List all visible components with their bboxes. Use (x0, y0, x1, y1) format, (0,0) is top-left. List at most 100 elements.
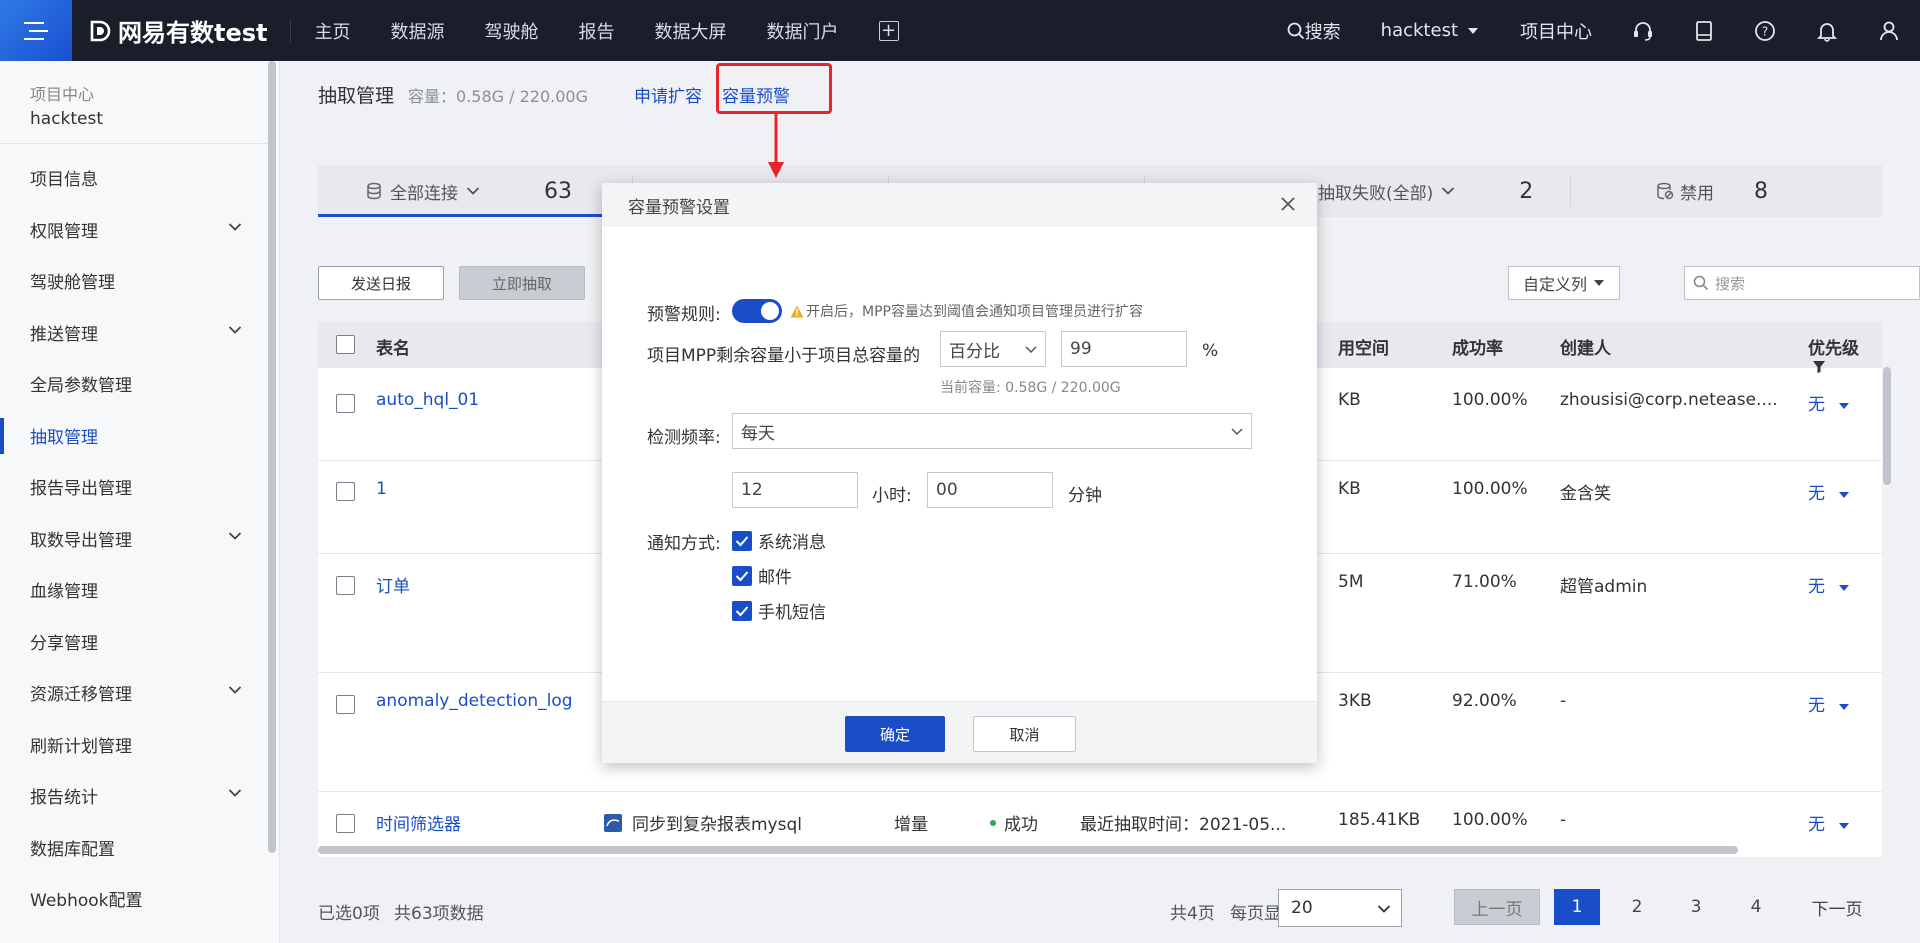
custom-columns-label: 自定义列 (1522, 275, 1587, 294)
notify-sms-checkbox[interactable] (732, 601, 752, 621)
col-table-name[interactable]: 表名 (376, 334, 410, 359)
nav-datasource[interactable]: 数据源 (391, 18, 445, 44)
threshold-input[interactable]: 99 (1061, 331, 1187, 367)
sidebar-item-report-stats[interactable]: 报告统计 (0, 770, 279, 822)
sidebar-item-project-info[interactable]: 项目信息 (0, 152, 279, 204)
row-creator: zhousisi@corp.netease.... (1560, 390, 1778, 410)
project-center-link[interactable]: 项目中心 (1520, 18, 1592, 44)
row-checkbox[interactable] (336, 814, 355, 833)
notify-sms-label[interactable]: 手机短信 (758, 598, 826, 623)
extract-now-button[interactable]: 立即抽取 (459, 266, 585, 300)
row-priority-dropdown[interactable]: 无 (1808, 479, 1850, 504)
col-space[interactable]: 用空间 (1338, 334, 1389, 359)
page-2-button[interactable]: 2 (1614, 889, 1660, 925)
cancel-button[interactable]: 取消 (973, 716, 1076, 752)
row-table-name[interactable]: 时间筛选器 (376, 810, 461, 835)
support-button[interactable] (1632, 20, 1654, 42)
row-table-name[interactable]: 订单 (376, 572, 410, 597)
apply-expand-link[interactable]: 申请扩容 (634, 82, 702, 107)
table-vertical-scrollbar[interactable] (1883, 367, 1891, 485)
nav-report[interactable]: 报告 (579, 18, 615, 44)
disabled-db-icon (1657, 182, 1674, 200)
col-creator[interactable]: 创建人 (1560, 334, 1611, 359)
notification-button[interactable] (1816, 20, 1838, 42)
row-table-name[interactable]: anomaly_detection_log (376, 691, 573, 711)
notify-system-checkbox[interactable] (732, 531, 752, 551)
sidebar-item-cockpit-mgmt[interactable]: 驾驶舱管理 (0, 255, 279, 307)
alert-rule-toggle[interactable] (732, 299, 782, 323)
notify-system-label[interactable]: 系统消息 (758, 528, 826, 553)
add-plus-icon[interactable]: + (878, 20, 899, 41)
sidebar-item-resource-migration[interactable]: 资源迁移管理 (0, 667, 279, 719)
sidebar-item-label: 数据库配置 (30, 839, 115, 860)
row-priority-dropdown[interactable]: 无 (1808, 810, 1850, 835)
row-priority-dropdown[interactable]: 无 (1808, 390, 1850, 415)
sidebar-item-db-config[interactable]: 数据库配置 (0, 822, 279, 874)
sidebar-scrollbar[interactable] (268, 61, 276, 853)
help-button[interactable]: ? (1754, 20, 1776, 42)
col-success-rate[interactable]: 成功率 (1452, 334, 1503, 359)
dialog-footer: 确定 取消 (602, 701, 1317, 763)
sidebar-item-global-params[interactable]: 全局参数管理 (0, 358, 279, 410)
sidebar-item-label: 报告统计 (30, 788, 98, 809)
nav-home[interactable]: 主页 (315, 18, 351, 44)
caret-down-icon (1839, 492, 1850, 498)
custom-columns-dropdown[interactable]: 自定义列 (1508, 266, 1620, 300)
sidebar-item-data-export[interactable]: 取数导出管理 (0, 513, 279, 565)
current-capacity-hint: 当前容量: 0.58G / 220.00G (940, 380, 1121, 396)
sidebar-item-label: 全局参数管理 (30, 376, 132, 397)
sidebar-item-report-export[interactable]: 报告导出管理 (0, 461, 279, 513)
hour-input[interactable]: 12 (732, 472, 858, 508)
per-page-select[interactable]: 20 (1278, 889, 1402, 927)
global-search-button[interactable]: 搜索 (1287, 18, 1341, 44)
row-table-name[interactable]: 1 (376, 479, 387, 499)
page-4-button[interactable]: 4 (1733, 889, 1779, 925)
row-status-label: 成功 (1004, 815, 1038, 835)
next-page-button[interactable]: 下一页 (1794, 889, 1880, 925)
brand-logo[interactable]: 网易有数test (88, 13, 268, 48)
sidebar-item-refresh-plan[interactable]: 刷新计划管理 (0, 719, 279, 771)
tab-all-connections[interactable]: 全部连接 63 (366, 165, 572, 217)
sidebar-item-permissions[interactable]: 权限管理 (0, 204, 279, 256)
row-checkbox[interactable] (336, 576, 355, 595)
minute-label: 分钟 (1068, 486, 1102, 506)
table-horizontal-scrollbar[interactable] (318, 846, 1738, 854)
sidebar-item-label: 推送管理 (30, 324, 98, 345)
user-menu-button[interactable] (1878, 20, 1900, 42)
page-3-button[interactable]: 3 (1673, 889, 1719, 925)
tab-extract-failed[interactable]: 抽取失败(全部) 2 (1318, 165, 1533, 217)
row-priority-dropdown[interactable]: 无 (1808, 691, 1850, 716)
project-switcher[interactable]: hacktest (1381, 20, 1480, 41)
row-table-name[interactable]: auto_hql_01 (376, 390, 479, 410)
table-search-input[interactable]: 搜索 (1684, 266, 1920, 300)
unit-select[interactable]: 百分比 (940, 331, 1046, 367)
select-all-checkbox[interactable] (336, 335, 355, 354)
sidebar-item-webhook[interactable]: Webhook配置 (0, 873, 279, 925)
sidebar-item-label: 刷新计划管理 (30, 736, 132, 757)
sidebar-item-extract-mgmt[interactable]: 抽取管理 (0, 410, 279, 462)
nav-divider (289, 19, 291, 42)
notify-email-checkbox[interactable] (732, 566, 752, 586)
notify-email-label[interactable]: 邮件 (758, 563, 792, 588)
sidebar-item-lineage[interactable]: 血缘管理 (0, 564, 279, 616)
prev-page-button[interactable]: 上一页 (1454, 889, 1540, 925)
tab-disabled[interactable]: 禁用 8 (1656, 165, 1768, 217)
confirm-button[interactable]: 确定 (845, 716, 945, 752)
minute-input[interactable]: 00 (927, 472, 1053, 508)
nav-big-screen[interactable]: 数据大屏 (655, 18, 727, 44)
row-checkbox[interactable] (336, 482, 355, 501)
page-1-button[interactable]: 1 (1554, 889, 1600, 925)
frequency-select[interactable]: 每天 (732, 413, 1252, 449)
nav-data-portal[interactable]: 数据门户 (767, 18, 839, 44)
menu-toggle-button[interactable] (0, 0, 72, 61)
row-checkbox[interactable] (336, 695, 355, 714)
caret-down-icon (1839, 823, 1850, 829)
docs-button[interactable] (1694, 20, 1714, 42)
sidebar-item-share-mgmt[interactable]: 分享管理 (0, 616, 279, 668)
close-icon[interactable] (1279, 195, 1297, 213)
send-daily-report-button[interactable]: 发送日报 (318, 266, 444, 300)
row-checkbox[interactable] (336, 394, 355, 413)
sidebar-item-push-mgmt[interactable]: 推送管理 (0, 307, 279, 359)
nav-cockpit[interactable]: 驾驶舱 (485, 18, 539, 44)
row-priority-dropdown[interactable]: 无 (1808, 572, 1850, 597)
